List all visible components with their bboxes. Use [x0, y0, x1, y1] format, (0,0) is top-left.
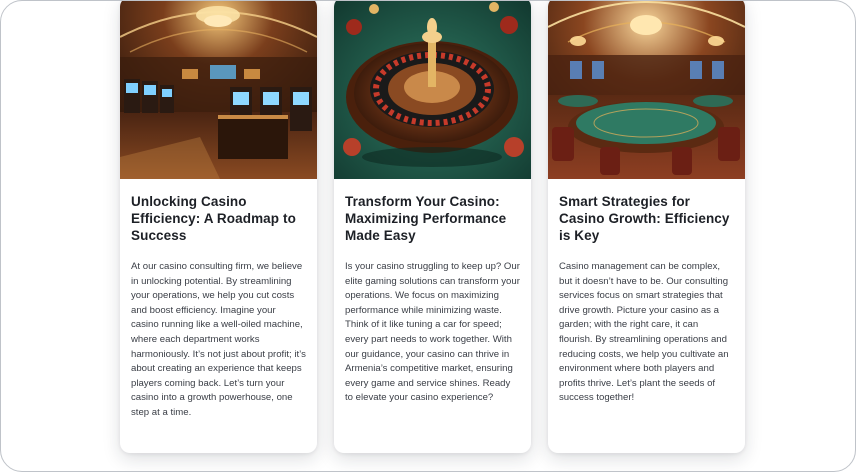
card-text: Casino management can be complex, but it…: [559, 261, 729, 404]
card-title[interactable]: Transform Your Casino: Maximizing Perfor…: [334, 179, 531, 244]
card-text: At our casino consulting firm, we believ…: [131, 261, 306, 418]
roulette-illustration: [334, 1, 531, 179]
card-image-gaming-tables[interactable]: [548, 1, 745, 179]
gaming-tables-illustration: [548, 1, 745, 179]
card-title[interactable]: Smart Strategies for Casino Growth: Effi…: [548, 179, 745, 244]
slot-hall-illustration: [120, 1, 317, 179]
page-frame: Unlocking Casino Efficiency: A Roadmap t…: [0, 0, 856, 472]
card-text: Is your casino struggling to keep up? Ou…: [345, 261, 520, 404]
article-card[interactable]: Unlocking Casino Efficiency: A Roadmap t…: [120, 1, 317, 453]
card-image-roulette[interactable]: [334, 1, 531, 179]
card-image-slot-hall[interactable]: [120, 1, 317, 179]
card-title[interactable]: Unlocking Casino Efficiency: A Roadmap t…: [120, 179, 317, 244]
article-card[interactable]: Transform Your Casino: Maximizing Perfor…: [334, 1, 531, 453]
article-card[interactable]: Smart Strategies for Casino Growth: Effi…: [548, 1, 745, 453]
